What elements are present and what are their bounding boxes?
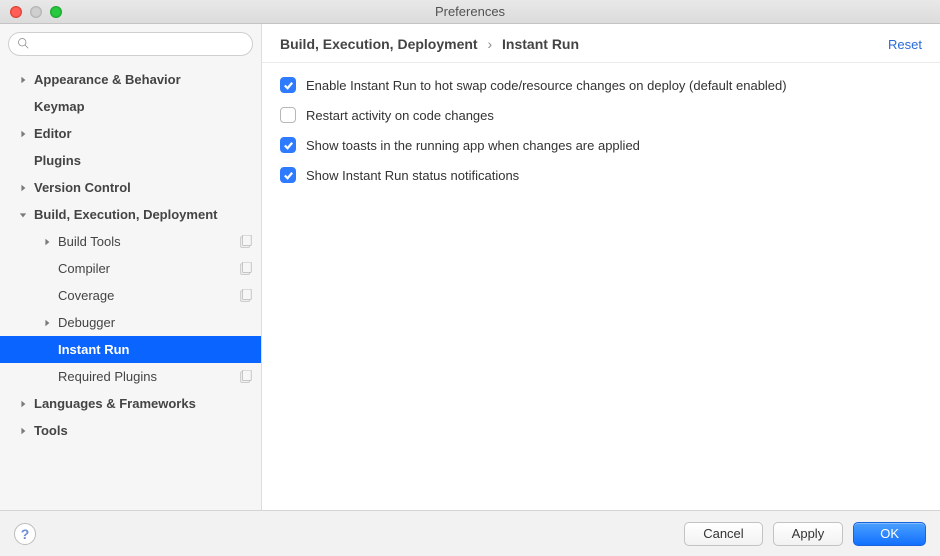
apply-button[interactable]: Apply xyxy=(773,522,844,546)
chevron-right-icon[interactable] xyxy=(42,237,52,247)
checkbox[interactable] xyxy=(280,137,296,153)
option-row: Enable Instant Run to hot swap code/reso… xyxy=(280,77,922,93)
sidebar-item-build-execution-deployment[interactable]: Build, Execution, Deployment xyxy=(0,201,261,228)
sidebar: Appearance & Behavior Keymap Editor Plugins… xyxy=(0,24,262,510)
sidebar-item-label: Plugins xyxy=(34,153,253,168)
option-row: Restart activity on code changes xyxy=(280,107,922,123)
sidebar-item-debugger[interactable]: Debugger xyxy=(0,309,261,336)
sidebar-item-label: Coverage xyxy=(58,288,239,303)
option-label: Show toasts in the running app when chan… xyxy=(306,138,640,153)
chevron-down-icon[interactable] xyxy=(18,210,28,220)
titlebar: Preferences xyxy=(0,0,940,24)
project-scope-icon xyxy=(239,370,253,384)
sidebar-item-required-plugins[interactable]: Required Plugins xyxy=(0,363,261,390)
sidebar-item-label: Keymap xyxy=(34,99,253,114)
search-icon xyxy=(17,37,33,52)
sidebar-item-label: Version Control xyxy=(34,180,253,195)
sidebar-item-label: Compiler xyxy=(58,261,239,276)
cancel-button[interactable]: Cancel xyxy=(684,522,762,546)
sidebar-item-plugins[interactable]: Plugins xyxy=(0,147,261,174)
sidebar-item-languages-frameworks[interactable]: Languages & Frameworks xyxy=(0,390,261,417)
breadcrumb-current: Instant Run xyxy=(502,36,579,52)
sidebar-item-build-tools[interactable]: Build Tools xyxy=(0,228,261,255)
option-label: Show Instant Run status notifications xyxy=(306,168,519,183)
chevron-right-icon[interactable] xyxy=(18,75,28,85)
checkbox[interactable] xyxy=(280,107,296,123)
sidebar-item-compiler[interactable]: Compiler xyxy=(0,255,261,282)
settings-pane: Build, Execution, Deployment › Instant R… xyxy=(262,24,940,510)
chevron-right-icon[interactable] xyxy=(18,129,28,139)
option-label: Restart activity on code changes xyxy=(306,108,494,123)
option-label: Enable Instant Run to hot swap code/reso… xyxy=(306,78,787,93)
sidebar-item-label: Tools xyxy=(34,423,253,438)
project-scope-icon xyxy=(239,289,253,303)
options-list: Enable Instant Run to hot swap code/reso… xyxy=(262,63,940,211)
breadcrumb: Build, Execution, Deployment › Instant R… xyxy=(280,36,579,52)
checkbox[interactable] xyxy=(280,167,296,183)
sidebar-item-label: Instant Run xyxy=(58,342,253,357)
project-scope-icon xyxy=(239,262,253,276)
sidebar-item-label: Build, Execution, Deployment xyxy=(34,207,253,222)
checkbox[interactable] xyxy=(280,77,296,93)
window-title: Preferences xyxy=(0,4,940,19)
sidebar-item-version-control[interactable]: Version Control xyxy=(0,174,261,201)
help-button[interactable]: ? xyxy=(14,523,36,545)
chevron-right-icon: › xyxy=(481,36,498,52)
sidebar-item-label: Appearance & Behavior xyxy=(34,72,253,87)
sidebar-item-coverage[interactable]: Coverage xyxy=(0,282,261,309)
sidebar-item-label: Editor xyxy=(34,126,253,141)
chevron-right-icon[interactable] xyxy=(42,318,52,328)
sidebar-item-tools[interactable]: Tools xyxy=(0,417,261,444)
dialog-footer: ? Cancel Apply OK xyxy=(0,510,940,556)
search-field[interactable] xyxy=(33,34,244,54)
search-input[interactable] xyxy=(8,32,253,56)
project-scope-icon xyxy=(239,235,253,249)
sidebar-item-label: Debugger xyxy=(58,315,253,330)
option-row: Show toasts in the running app when chan… xyxy=(280,137,922,153)
option-row: Show Instant Run status notifications xyxy=(280,167,922,183)
reset-link[interactable]: Reset xyxy=(888,37,922,52)
sidebar-item-instant-run[interactable]: Instant Run xyxy=(0,336,261,363)
preferences-tree: Appearance & Behavior Keymap Editor Plugins… xyxy=(0,64,261,510)
sidebar-item-editor[interactable]: Editor xyxy=(0,120,261,147)
chevron-right-icon[interactable] xyxy=(18,426,28,436)
sidebar-item-appearance-behavior[interactable]: Appearance & Behavior xyxy=(0,66,261,93)
chevron-right-icon[interactable] xyxy=(18,183,28,193)
breadcrumb-parent: Build, Execution, Deployment xyxy=(280,36,478,52)
sidebar-item-keymap[interactable]: Keymap xyxy=(0,93,261,120)
sidebar-item-label: Required Plugins xyxy=(58,369,239,384)
sidebar-item-label: Languages & Frameworks xyxy=(34,396,253,411)
sidebar-item-label: Build Tools xyxy=(58,234,239,249)
ok-button[interactable]: OK xyxy=(853,522,926,546)
chevron-right-icon[interactable] xyxy=(18,399,28,409)
